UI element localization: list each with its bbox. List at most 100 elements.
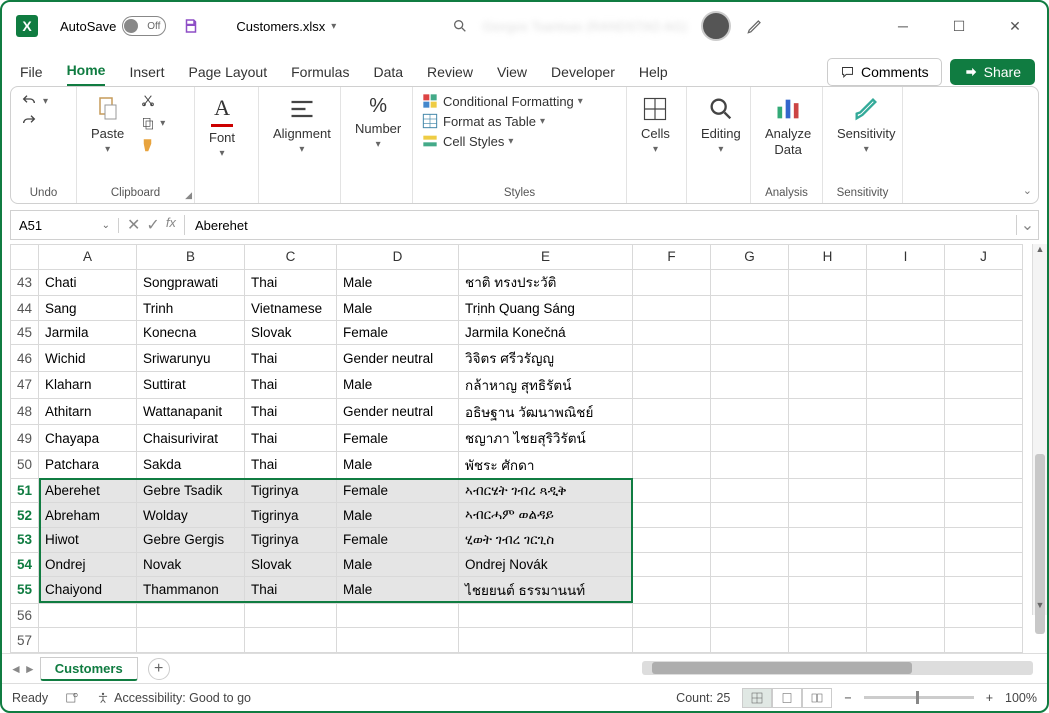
cell-H45[interactable] [789,320,867,345]
row-header-50[interactable]: 50 [11,452,39,479]
cell-H51[interactable] [789,478,867,503]
zoom-out-button[interactable]: − [844,691,851,705]
cell-H52[interactable] [789,503,867,528]
cell-E52[interactable]: ኣብርሓም ወልዳይ [459,503,633,528]
cell-E47[interactable]: กล้าหาญ สุทธิรัตน์ [459,372,633,399]
row-header-51[interactable]: 51 [11,478,39,503]
cell-F49[interactable] [633,425,711,452]
cell-A52[interactable]: Abreham [39,503,137,528]
cell-F45[interactable] [633,320,711,345]
cell-J50[interactable] [945,452,1023,479]
cell-J49[interactable] [945,425,1023,452]
format-painter-button[interactable] [140,137,158,155]
vertical-scrollbar[interactable]: ▲ ▼ [1032,244,1047,615]
cell-G56[interactable] [711,603,789,628]
zoom-in-button[interactable]: + [986,691,993,705]
cell-I51[interactable] [867,478,945,503]
cell-E53[interactable]: ሂወት ገብረ ገርጊስ [459,527,633,552]
cell-G54[interactable] [711,552,789,577]
cell-C46[interactable]: Thai [245,345,337,372]
cell-D44[interactable]: Male [337,296,459,321]
cell-C54[interactable]: Slovak [245,552,337,577]
cell-H50[interactable] [789,452,867,479]
cell-B46[interactable]: Sriwarunyu [137,345,245,372]
avatar[interactable] [701,11,731,41]
scrollbar-thumb[interactable] [652,662,912,674]
paste-button[interactable]: Paste ▾ [85,93,130,157]
cell-B49[interactable]: Chaisurivirat [137,425,245,452]
tab-file[interactable]: File [20,64,43,86]
tab-data[interactable]: Data [373,64,403,86]
row-header-53[interactable]: 53 [11,527,39,552]
cell-G45[interactable] [711,320,789,345]
close-button[interactable]: ✕ [993,10,1037,42]
cell-E56[interactable] [459,603,633,628]
cell-A46[interactable]: Wichid [39,345,137,372]
cell-H43[interactable] [789,269,867,296]
cell-H49[interactable] [789,425,867,452]
cell-J55[interactable] [945,577,1023,604]
cell-J54[interactable] [945,552,1023,577]
cell-B51[interactable]: Gebre Tsadik [137,478,245,503]
formula-bar-expand[interactable]: ⌄ [1016,215,1038,235]
tab-insert[interactable]: Insert [129,64,164,86]
cell-D52[interactable]: Male [337,503,459,528]
cell-H44[interactable] [789,296,867,321]
tab-developer[interactable]: Developer [551,64,615,86]
cell-C52[interactable]: Tigrinya [245,503,337,528]
cell-J52[interactable] [945,503,1023,528]
cell-G46[interactable] [711,345,789,372]
cell-F47[interactable] [633,372,711,399]
cell-A45[interactable]: Jarmila [39,320,137,345]
cell-H56[interactable] [789,603,867,628]
cut-button[interactable] [140,93,156,109]
cell-C43[interactable]: Thai [245,269,337,296]
cell-E43[interactable]: ชาติ ทรงประวัติ [459,269,633,296]
cell-H47[interactable] [789,372,867,399]
row-header-54[interactable]: 54 [11,552,39,577]
cell-E55[interactable]: ไชยยนต์ ธรรมานนท์ [459,577,633,604]
view-page-break-button[interactable] [802,688,832,708]
format-as-table-button[interactable]: Format as Table▾ [421,113,583,129]
macro-record-icon[interactable] [64,691,80,705]
cancel-icon[interactable]: ✕ [127,215,140,235]
autosave-toggle[interactable]: AutoSave Off [60,16,166,36]
cell-A47[interactable]: Klaharn [39,372,137,399]
sheet-prev-icon[interactable]: ◄ [10,662,22,676]
cell-J56[interactable] [945,603,1023,628]
cell-G48[interactable] [711,398,789,425]
row-header-43[interactable]: 43 [11,269,39,296]
cell-I45[interactable] [867,320,945,345]
cell-E45[interactable]: Jarmila Konečná [459,320,633,345]
cell-I44[interactable] [867,296,945,321]
row-header-49[interactable]: 49 [11,425,39,452]
accessibility-status[interactable]: Accessibility: Good to go [96,691,251,705]
zoom-slider[interactable] [864,696,974,699]
enter-icon[interactable]: ✓ [146,215,159,235]
cell-H46[interactable] [789,345,867,372]
tab-home[interactable]: Home [67,62,106,86]
cell-styles-button[interactable]: Cell Styles▾ [421,133,583,149]
cell-D51[interactable]: Female [337,478,459,503]
cell-G49[interactable] [711,425,789,452]
cell-C47[interactable]: Thai [245,372,337,399]
cell-F50[interactable] [633,452,711,479]
cell-B57[interactable] [137,628,245,653]
cell-A54[interactable]: Ondrej [39,552,137,577]
cell-G47[interactable] [711,372,789,399]
cell-I56[interactable] [867,603,945,628]
row-header-57[interactable]: 57 [11,628,39,653]
cell-I50[interactable] [867,452,945,479]
row-header-46[interactable]: 46 [11,345,39,372]
cell-E46[interactable]: วิจิตร ศรีวรัญญู [459,345,633,372]
cell-D50[interactable]: Male [337,452,459,479]
row-header-47[interactable]: 47 [11,372,39,399]
cell-A57[interactable] [39,628,137,653]
cell-C55[interactable]: Thai [245,577,337,604]
pen-icon[interactable] [745,16,765,36]
zoom-level[interactable]: 100% [1005,691,1037,705]
cell-B48[interactable]: Wattanapanit [137,398,245,425]
cell-E57[interactable] [459,628,633,653]
cell-D57[interactable] [337,628,459,653]
cell-H57[interactable] [789,628,867,653]
